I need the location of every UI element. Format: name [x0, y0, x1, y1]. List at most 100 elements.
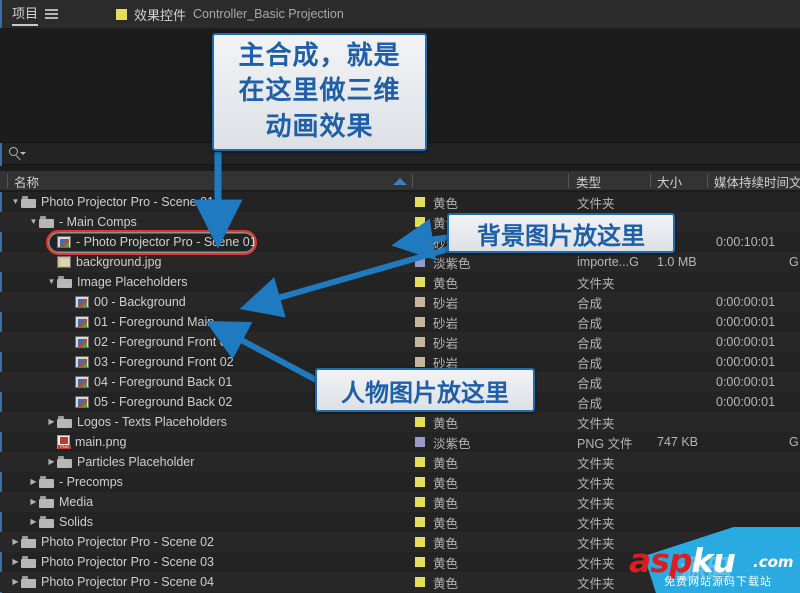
row-name-cell[interactable]: ▼ Photo Projector Pro - Scene 01	[10, 192, 214, 212]
column-header-name[interactable]: 名称	[14, 171, 39, 191]
composition-icon	[75, 336, 89, 348]
row-name-cell[interactable]: ▶ Particles Placeholder	[46, 452, 194, 472]
row-type-text: 文件夹	[577, 196, 615, 211]
row-label-text: 黄色	[433, 476, 459, 491]
row-label-cell[interactable]: 淡紫色	[415, 432, 471, 452]
row-type-text: 合成	[577, 336, 603, 351]
disclosure-triangle[interactable]: ▶	[28, 472, 39, 492]
row-name-cell[interactable]: 02 - Foreground Front 01	[64, 332, 234, 352]
table-row[interactable]: 00 - Background 砂岩 合成 0:00:00:01	[0, 292, 800, 312]
row-name-cell[interactable]: background.jpg	[46, 252, 161, 272]
row-ext-text: G	[789, 435, 799, 449]
row-name-cell[interactable]: 00 - Background	[64, 292, 186, 312]
table-row[interactable]: background.jpg 淡紫色 importe...G 1.0 MB G	[0, 252, 800, 272]
row-name-cell[interactable]: ▶ Photo Projector Pro - Scene 02	[10, 532, 214, 552]
row-name-cell[interactable]: 03 - Foreground Front 02	[64, 352, 234, 372]
row-name-cell[interactable]: ▶ Solids	[28, 512, 93, 532]
row-name-cell[interactable]: ▶ Photo Projector Pro - Scene 03	[10, 552, 214, 572]
row-size-text: 1.0 MB	[657, 255, 697, 269]
row-ext-cell: G	[789, 432, 799, 452]
panel-accent	[0, 143, 2, 166]
row-size-text: 747 KB	[657, 435, 699, 449]
row-duration-cell: 0:00:10:01	[716, 232, 775, 252]
callout-background-image: 背景图片放这里	[447, 213, 675, 253]
disclosure-triangle[interactable]: ▶	[46, 412, 57, 432]
watermark: 源码 aspku .com 免费网站源码下载站	[625, 527, 800, 593]
row-label-cell[interactable]: 砂岩	[415, 312, 458, 332]
column-sort-indicator[interactable]	[393, 171, 407, 191]
label-color-swatch-icon	[415, 257, 425, 267]
row-duration-cell: 0:00:00:01	[716, 392, 775, 412]
folder-icon	[39, 476, 54, 488]
row-type-text: importe...G	[577, 255, 639, 269]
table-row[interactable]: PNG main.png 淡紫色 PNG 文件 747 KB G	[0, 432, 800, 452]
row-label-cell[interactable]: 黄色	[415, 472, 458, 492]
row-type-text: 合成	[577, 316, 603, 331]
table-row[interactable]: ▼ Image Placeholders 黄色 文件夹	[0, 272, 800, 292]
row-label-cell[interactable]: 黄色	[415, 272, 458, 292]
row-label-cell[interactable]: 淡紫色	[415, 252, 471, 272]
row-name-cell[interactable]: ▶ Logos - Texts Placeholders	[46, 412, 226, 432]
table-row[interactable]: ▶ Particles Placeholder 黄色 文件夹	[0, 452, 800, 472]
disclosure-triangle[interactable]: ▶	[46, 452, 57, 472]
label-color-swatch-icon	[415, 477, 425, 487]
disclosure-triangle[interactable]: ▶	[28, 512, 39, 532]
hamburger-icon[interactable]	[45, 7, 59, 22]
tab-project[interactable]: 项目	[2, 0, 68, 28]
row-label-cell[interactable]: 黄色	[415, 412, 458, 432]
table-row[interactable]: ▶ - Precomps 黄色 文件夹	[0, 472, 800, 492]
disclosure-triangle[interactable]: ▼	[28, 212, 39, 232]
label-color-swatch-icon	[116, 8, 128, 20]
search-icon[interactable]	[9, 146, 26, 161]
disclosure-triangle[interactable]: ▶	[10, 552, 21, 572]
row-name-label: Solids	[59, 515, 94, 529]
row-label-text: 黄色	[433, 556, 459, 571]
tab-effect-controls[interactable]: 效果控件 Controller_Basic Projection	[106, 0, 354, 28]
row-label-text: 黄色	[433, 456, 459, 471]
disclosure-triangle[interactable]: ▶	[10, 532, 21, 552]
row-label-cell[interactable]: 黄色	[415, 552, 458, 572]
row-label-cell[interactable]: 黄色	[415, 452, 458, 472]
row-label-text: 淡紫色	[433, 436, 471, 451]
column-header-size-label: 大小	[657, 175, 683, 190]
row-name-label: Media	[59, 495, 94, 509]
disclosure-triangle[interactable]: ▼	[46, 272, 57, 292]
row-name-cell[interactable]: PNG main.png	[46, 432, 126, 452]
row-type-cell: 文件夹	[577, 272, 615, 292]
column-header-size[interactable]: 大小	[657, 171, 682, 191]
row-name-label: - Main Comps	[59, 215, 137, 229]
row-name-cell[interactable]: 04 - Foreground Back 01	[64, 372, 232, 392]
table-row[interactable]: 02 - Foreground Front 01 砂岩 合成 0:00:00:01	[0, 332, 800, 352]
row-label-cell[interactable]: 黄色	[415, 572, 458, 592]
row-label-cell[interactable]: 黄色	[415, 532, 458, 552]
row-name-cell[interactable]: 05 - Foreground Back 02	[64, 392, 232, 412]
row-name-cell[interactable]: ▶ Photo Projector Pro - Scene 04	[10, 572, 214, 592]
column-header-label[interactable]	[484, 171, 498, 191]
row-label-cell[interactable]: 砂岩	[415, 292, 458, 312]
disclosure-triangle[interactable]: ▼	[10, 192, 21, 212]
row-label-cell[interactable]: 黄色	[415, 512, 458, 532]
column-header-ext[interactable]: 文	[789, 171, 800, 191]
table-row[interactable]: ▶ Media 黄色 文件夹	[0, 492, 800, 512]
table-row[interactable]: ▶ Logos - Texts Placeholders 黄色 文件夹	[0, 412, 800, 432]
column-header-type[interactable]: 类型	[576, 171, 601, 191]
row-name-cell[interactable]: ▶ Media	[28, 492, 93, 512]
row-label-cell[interactable]: 砂岩	[415, 332, 458, 352]
row-duration-text: 0:00:00:01	[716, 335, 776, 349]
row-type-text: 文件夹	[577, 416, 615, 431]
row-duration-cell: 0:00:00:01	[716, 312, 775, 332]
disclosure-triangle[interactable]: ▶	[28, 492, 39, 512]
row-name-cell[interactable]: ▶ - Precomps	[28, 472, 123, 492]
disclosure-triangle[interactable]: ▶	[10, 572, 21, 592]
table-row[interactable]: ▼- Main Comps黄色文件夹	[0, 212, 800, 232]
table-row[interactable]: 01 - Foreground Main 砂岩 合成 0:00:00:01	[0, 312, 800, 332]
column-header-duration[interactable]: 媒体持续时间	[714, 171, 789, 191]
row-name-cell[interactable]: 01 - Foreground Main	[64, 312, 214, 332]
table-row[interactable]: ▼ Photo Projector Pro - Scene 01 黄色 文件夹	[0, 192, 800, 212]
row-label-cell[interactable]: 黄色	[415, 192, 458, 212]
row-type-cell: 合成	[577, 372, 602, 392]
row-name-cell[interactable]: ▼ Image Placeholders	[46, 272, 188, 292]
row-name-cell[interactable]: ▼ - Main Comps	[28, 212, 137, 232]
row-name-label: - Precomps	[59, 475, 123, 489]
row-label-cell[interactable]: 黄色	[415, 492, 458, 512]
